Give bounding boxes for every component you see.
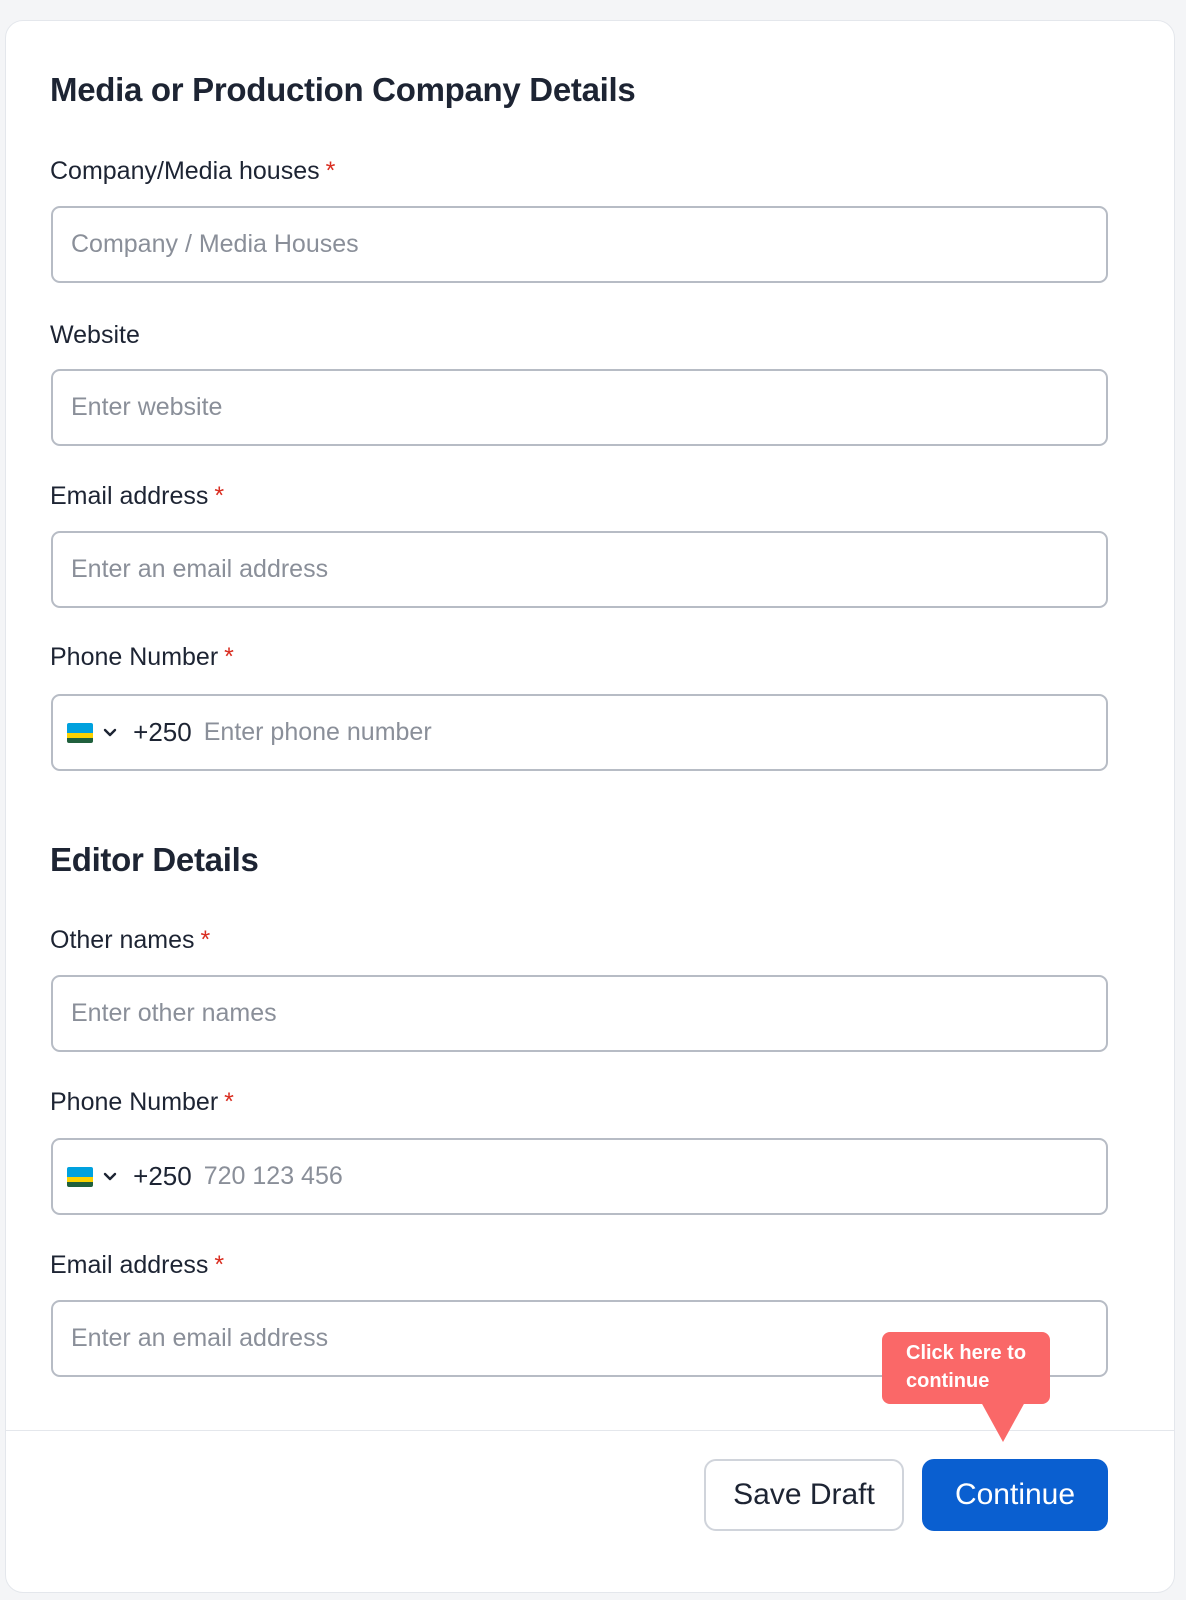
company-phone-input[interactable] xyxy=(203,718,1106,747)
other-names-input[interactable] xyxy=(71,999,1106,1028)
website-input[interactable] xyxy=(71,393,1106,422)
required-marker: * xyxy=(224,1088,234,1116)
company-phone-label-text: Phone Number xyxy=(50,643,219,671)
other-names-label: Other names * xyxy=(50,926,210,955)
dial-code: +250 xyxy=(133,717,192,747)
tooltip-line2: continue xyxy=(906,1370,990,1392)
chevron-down-icon[interactable] xyxy=(103,726,117,740)
continue-tooltip: Click here to continue xyxy=(882,1332,1050,1404)
required-marker: * xyxy=(214,482,225,510)
company-input[interactable] xyxy=(71,230,1106,259)
continue-button[interactable]: Continue xyxy=(922,1459,1108,1531)
other-names-label-text: Other names xyxy=(50,926,195,954)
tooltip-arrow xyxy=(981,1402,1025,1442)
website-label: Website xyxy=(50,321,140,350)
company-section-title: Media or Production Company Details xyxy=(50,71,636,108)
required-marker: * xyxy=(224,643,234,671)
company-phone-field[interactable]: +250 xyxy=(51,694,1108,771)
editor-email-label-text: Email address xyxy=(50,1251,209,1279)
tooltip-line1: Click here to xyxy=(906,1342,1027,1364)
required-marker: * xyxy=(200,926,211,954)
editor-email-label: Email address * xyxy=(50,1251,224,1280)
company-email-field[interactable] xyxy=(51,531,1108,608)
editor-phone-field[interactable]: +250 xyxy=(51,1138,1108,1215)
website-label-text: Website xyxy=(50,321,140,349)
company-field[interactable] xyxy=(51,206,1108,283)
website-field[interactable] xyxy=(51,369,1108,446)
company-label: Company/Media houses * xyxy=(50,157,335,186)
company-phone-label: Phone Number * xyxy=(50,643,234,672)
company-email-label-text: Email address xyxy=(50,482,209,510)
form-card: Media or Production Company Details Comp… xyxy=(5,20,1175,1593)
chevron-down-icon[interactable] xyxy=(103,1170,117,1184)
editor-phone-label-text: Phone Number xyxy=(50,1088,219,1116)
other-names-field[interactable] xyxy=(51,975,1108,1052)
required-marker: * xyxy=(214,1251,225,1279)
save-draft-button[interactable]: Save Draft xyxy=(704,1459,904,1531)
rwanda-flag-icon[interactable] xyxy=(67,722,94,743)
company-email-label: Email address * xyxy=(50,482,224,511)
company-label-text: Company/Media houses xyxy=(50,157,320,185)
dial-code: +250 xyxy=(133,1161,192,1191)
editor-phone-input[interactable] xyxy=(203,1162,1106,1191)
required-marker: * xyxy=(325,157,336,185)
editor-phone-label: Phone Number * xyxy=(50,1088,234,1117)
rwanda-flag-icon[interactable] xyxy=(67,1166,94,1187)
company-email-input[interactable] xyxy=(71,555,1106,584)
editor-section-title: Editor Details xyxy=(50,841,259,878)
